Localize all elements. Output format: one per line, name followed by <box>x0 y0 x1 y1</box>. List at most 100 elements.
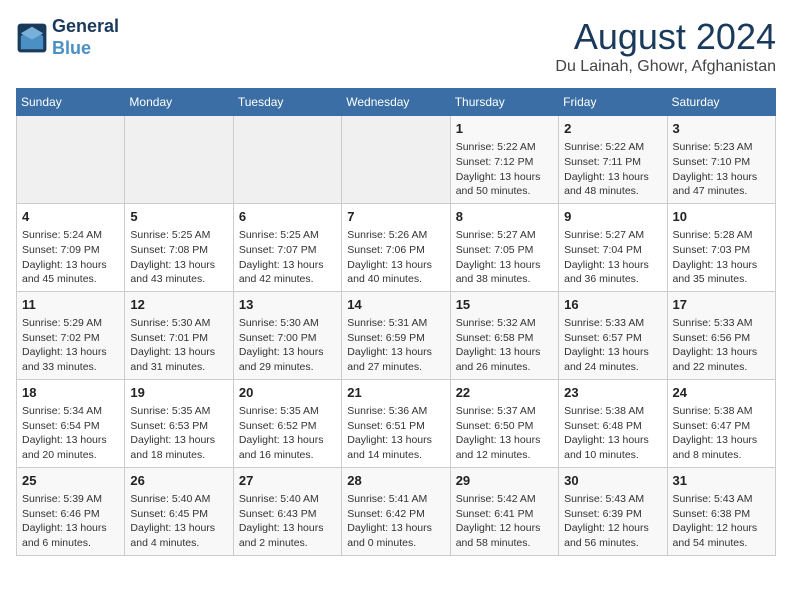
day-info: Sunrise: 5:28 AM Sunset: 7:03 PM Dayligh… <box>673 228 770 287</box>
weekday-header: Saturday <box>667 89 775 116</box>
day-info: Sunrise: 5:33 AM Sunset: 6:57 PM Dayligh… <box>564 316 661 375</box>
calendar-cell: 23Sunrise: 5:38 AM Sunset: 6:48 PM Dayli… <box>559 379 667 467</box>
calendar-cell: 16Sunrise: 5:33 AM Sunset: 6:57 PM Dayli… <box>559 291 667 379</box>
day-info: Sunrise: 5:40 AM Sunset: 6:43 PM Dayligh… <box>239 492 336 551</box>
calendar-cell: 24 Sunrise: 5:38 AM Sunset: 6:47 PM Dayli… <box>667 379 775 467</box>
day-number: 29 <box>456 472 553 490</box>
day-number: 24 <box>673 384 770 402</box>
calendar-cell <box>342 116 450 204</box>
calendar-cell: 6 Sunrise: 5:25 AM Sunset: 7:07 PM Daylig… <box>233 203 341 291</box>
calendar-table: SundayMondayTuesdayWednesdayThursdayFrid… <box>16 88 776 556</box>
calendar-cell: 11Sunrise: 5:29 AM Sunset: 7:02 PM Dayli… <box>17 291 125 379</box>
day-info: Sunrise: 5:35 AM Sunset: 6:52 PM Dayligh… <box>239 404 336 463</box>
day-info: Sunrise: 5:24 AM Sunset: 7:09 PM Dayligh… <box>22 228 119 287</box>
day-number: 10 <box>673 208 770 226</box>
calendar-cell: 30Sunrise: 5:43 AM Sunset: 6:39 PM Dayli… <box>559 467 667 555</box>
day-info: Sunrise: 5:30 AM Sunset: 7:01 PM Dayligh… <box>130 316 227 375</box>
weekday-header: Thursday <box>450 89 558 116</box>
day-info: Sunrise: 5:39 AM Sunset: 6:46 PM Dayligh… <box>22 492 119 551</box>
calendar-cell: 10 Sunrise: 5:28 AM Sunset: 7:03 PM Dayli… <box>667 203 775 291</box>
day-info: Sunrise: 5:33 AM Sunset: 6:56 PM Dayligh… <box>673 316 770 375</box>
calendar-subtitle: Du Lainah, Ghowr, Afghanistan <box>555 58 776 76</box>
day-number: 4 <box>22 208 119 226</box>
day-info: Sunrise: 5:36 AM Sunset: 6:51 PM Dayligh… <box>347 404 444 463</box>
calendar-cell: 4 Sunrise: 5:24 AM Sunset: 7:09 PM Daylig… <box>17 203 125 291</box>
calendar-cell: 18 Sunrise: 5:34 AM Sunset: 6:54 PM Dayli… <box>17 379 125 467</box>
calendar-cell: 3Sunrise: 5:23 AM Sunset: 7:10 PM Daylig… <box>667 116 775 204</box>
day-info: Sunrise: 5:23 AM Sunset: 7:10 PM Dayligh… <box>673 140 770 199</box>
calendar-cell: 2 Sunrise: 5:22 AM Sunset: 7:11 PM Daylig… <box>559 116 667 204</box>
day-number: 17 <box>673 296 770 314</box>
weekday-header: Wednesday <box>342 89 450 116</box>
day-info: Sunrise: 5:27 AM Sunset: 7:04 PM Dayligh… <box>564 228 661 287</box>
day-number: 26 <box>130 472 227 490</box>
calendar-cell: 19 Sunrise: 5:35 AM Sunset: 6:53 PM Dayli… <box>125 379 233 467</box>
calendar-week-row: 11Sunrise: 5:29 AM Sunset: 7:02 PM Dayli… <box>17 291 776 379</box>
day-info: Sunrise: 5:34 AM Sunset: 6:54 PM Dayligh… <box>22 404 119 463</box>
title-block: August 2024 Du Lainah, Ghowr, Afghanista… <box>555 16 776 76</box>
day-number: 13 <box>239 296 336 314</box>
calendar-cell <box>233 116 341 204</box>
logo-icon <box>16 22 48 54</box>
day-number: 7 <box>347 208 444 226</box>
day-number: 25 <box>22 472 119 490</box>
calendar-cell: 25 Sunrise: 5:39 AM Sunset: 6:46 PM Dayli… <box>17 467 125 555</box>
day-number: 20 <box>239 384 336 402</box>
day-number: 5 <box>130 208 227 226</box>
day-number: 1 <box>456 120 553 138</box>
day-number: 12 <box>130 296 227 314</box>
calendar-cell: 12 Sunrise: 5:30 AM Sunset: 7:01 PM Dayli… <box>125 291 233 379</box>
calendar-cell: 9 Sunrise: 5:27 AM Sunset: 7:04 PM Daylig… <box>559 203 667 291</box>
day-info: Sunrise: 5:22 AM Sunset: 7:11 PM Dayligh… <box>564 140 661 199</box>
day-info: Sunrise: 5:40 AM Sunset: 6:45 PM Dayligh… <box>130 492 227 551</box>
day-info: Sunrise: 5:31 AM Sunset: 6:59 PM Dayligh… <box>347 316 444 375</box>
day-info: Sunrise: 5:26 AM Sunset: 7:06 PM Dayligh… <box>347 228 444 287</box>
logo-text: General Blue <box>52 16 119 59</box>
calendar-cell: 14 Sunrise: 5:31 AM Sunset: 6:59 PM Dayli… <box>342 291 450 379</box>
weekday-header: Friday <box>559 89 667 116</box>
day-number: 22 <box>456 384 553 402</box>
day-info: Sunrise: 5:43 AM Sunset: 6:38 PM Dayligh… <box>673 492 770 551</box>
day-info: Sunrise: 5:32 AM Sunset: 6:58 PM Dayligh… <box>456 316 553 375</box>
day-info: Sunrise: 5:22 AM Sunset: 7:12 PM Dayligh… <box>456 140 553 199</box>
weekday-header-row: SundayMondayTuesdayWednesdayThursdayFrid… <box>17 89 776 116</box>
day-number: 21 <box>347 384 444 402</box>
calendar-week-row: 18 Sunrise: 5:34 AM Sunset: 6:54 PM Dayli… <box>17 379 776 467</box>
day-number: 30 <box>564 472 661 490</box>
calendar-week-row: 1 Sunrise: 5:22 AM Sunset: 7:12 PM Daylig… <box>17 116 776 204</box>
day-info: Sunrise: 5:25 AM Sunset: 7:08 PM Dayligh… <box>130 228 227 287</box>
day-number: 28 <box>347 472 444 490</box>
calendar-week-row: 4 Sunrise: 5:24 AM Sunset: 7:09 PM Daylig… <box>17 203 776 291</box>
calendar-cell: 26 Sunrise: 5:40 AM Sunset: 6:45 PM Dayli… <box>125 467 233 555</box>
day-info: Sunrise: 5:38 AM Sunset: 6:47 PM Dayligh… <box>673 404 770 463</box>
calendar-cell: 1 Sunrise: 5:22 AM Sunset: 7:12 PM Daylig… <box>450 116 558 204</box>
calendar-week-row: 25 Sunrise: 5:39 AM Sunset: 6:46 PM Dayli… <box>17 467 776 555</box>
day-number: 31 <box>673 472 770 490</box>
day-info: Sunrise: 5:42 AM Sunset: 6:41 PM Dayligh… <box>456 492 553 551</box>
day-info: Sunrise: 5:25 AM Sunset: 7:07 PM Dayligh… <box>239 228 336 287</box>
day-number: 14 <box>347 296 444 314</box>
logo: General Blue <box>16 16 119 59</box>
day-number: 8 <box>456 208 553 226</box>
weekday-header: Monday <box>125 89 233 116</box>
day-info: Sunrise: 5:41 AM Sunset: 6:42 PM Dayligh… <box>347 492 444 551</box>
weekday-header: Sunday <box>17 89 125 116</box>
calendar-cell <box>125 116 233 204</box>
calendar-cell: 31 Sunrise: 5:43 AM Sunset: 6:38 PM Dayli… <box>667 467 775 555</box>
calendar-cell: 21 Sunrise: 5:36 AM Sunset: 6:51 PM Dayli… <box>342 379 450 467</box>
day-number: 2 <box>564 120 661 138</box>
day-info: Sunrise: 5:35 AM Sunset: 6:53 PM Dayligh… <box>130 404 227 463</box>
day-number: 18 <box>22 384 119 402</box>
calendar-cell: 20 Sunrise: 5:35 AM Sunset: 6:52 PM Dayli… <box>233 379 341 467</box>
day-number: 9 <box>564 208 661 226</box>
day-info: Sunrise: 5:29 AM Sunset: 7:02 PM Dayligh… <box>22 316 119 375</box>
calendar-cell: 13 Sunrise: 5:30 AM Sunset: 7:00 PM Dayli… <box>233 291 341 379</box>
weekday-header: Tuesday <box>233 89 341 116</box>
calendar-cell: 15Sunrise: 5:32 AM Sunset: 6:58 PM Dayli… <box>450 291 558 379</box>
calendar-cell: 17 Sunrise: 5:33 AM Sunset: 6:56 PM Dayli… <box>667 291 775 379</box>
calendar-cell: 8 Sunrise: 5:27 AM Sunset: 7:05 PM Daylig… <box>450 203 558 291</box>
day-number: 6 <box>239 208 336 226</box>
day-number: 19 <box>130 384 227 402</box>
day-info: Sunrise: 5:27 AM Sunset: 7:05 PM Dayligh… <box>456 228 553 287</box>
day-info: Sunrise: 5:30 AM Sunset: 7:00 PM Dayligh… <box>239 316 336 375</box>
